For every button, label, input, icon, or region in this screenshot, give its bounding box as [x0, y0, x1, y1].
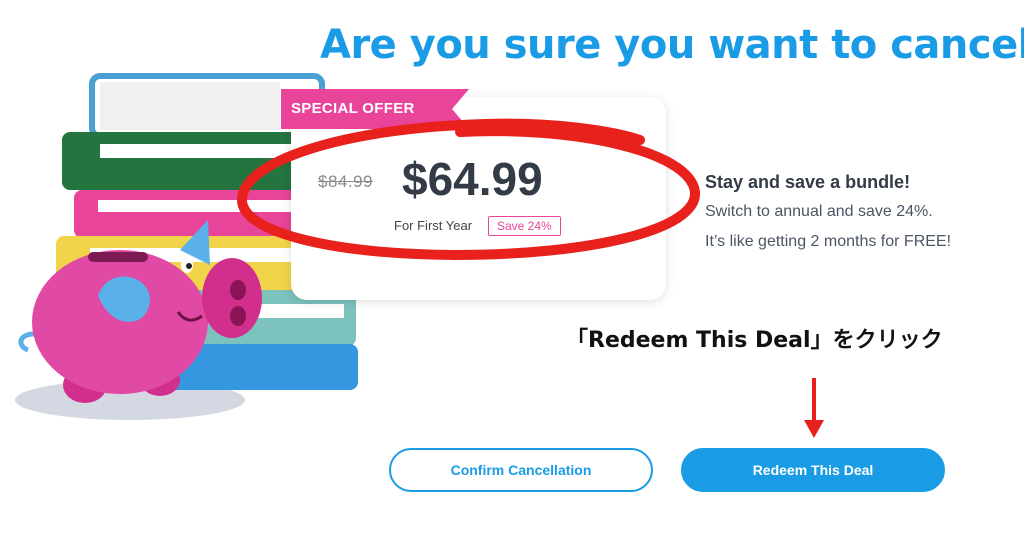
price-term: For First Year — [394, 218, 473, 233]
confirm-cancellation-button[interactable]: Confirm Cancellation — [389, 448, 653, 492]
discounted-price: $64.99 — [402, 153, 543, 205]
annotation-note: 「Redeem This Deal」をクリック — [566, 328, 943, 353]
bundle-line-1: Switch to annual and save 24%. — [705, 203, 933, 220]
save-badge: Save 24% — [488, 216, 561, 236]
bundle-headline: Stay and save a bundle! — [705, 172, 911, 192]
bundle-line-2: It’s like getting 2 months for FREE! — [705, 233, 952, 250]
red-down-arrow — [804, 378, 824, 438]
special-offer-ribbon: SPECIAL OFFER — [281, 89, 469, 129]
original-price: $84.99 — [318, 172, 373, 191]
redeem-deal-button[interactable]: Redeem This Deal — [681, 448, 945, 492]
page-title: Are you sure you want to cancel? — [320, 22, 1024, 68]
